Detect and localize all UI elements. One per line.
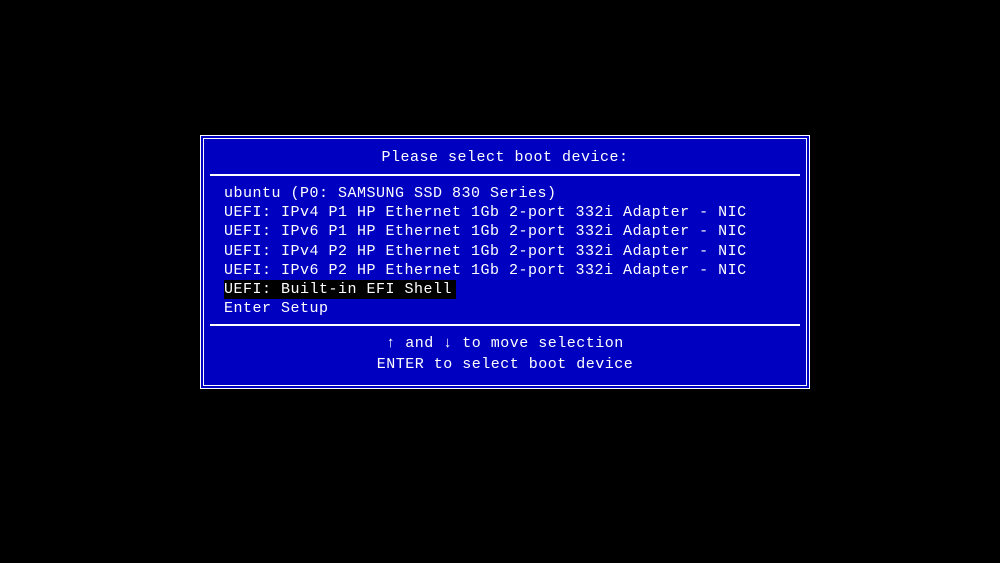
- boot-device-dialog: Please select boot device: ubuntu (P0: S…: [200, 135, 810, 389]
- arrow-down-icon: ↓: [443, 334, 453, 354]
- boot-device-2[interactable]: UEFI: IPv6 P1 HP Ethernet 1Gb 2-port 332…: [224, 222, 786, 241]
- boot-device-4[interactable]: UEFI: IPv6 P2 HP Ethernet 1Gb 2-port 332…: [224, 261, 786, 280]
- arrow-up-icon: ↑: [386, 334, 396, 354]
- navigation-hints: ↑ and ↓ to move selection ENTER to selec…: [210, 324, 800, 385]
- boot-device-list[interactable]: ubuntu (P0: SAMSUNG SSD 830 Series)UEFI:…: [204, 176, 806, 324]
- hint-and: and: [396, 335, 444, 352]
- boot-device-0[interactable]: ubuntu (P0: SAMSUNG SSD 830 Series): [224, 184, 786, 203]
- boot-device-1[interactable]: UEFI: IPv4 P1 HP Ethernet 1Gb 2-port 332…: [224, 203, 786, 222]
- hint-move: to move selection: [453, 335, 624, 352]
- boot-device-3[interactable]: UEFI: IPv4 P2 HP Ethernet 1Gb 2-port 332…: [224, 242, 786, 261]
- hint-line-1: ↑ and ↓ to move selection: [210, 334, 800, 354]
- boot-device-6[interactable]: Enter Setup: [224, 299, 786, 318]
- hint-line-2: ENTER to select boot device: [210, 355, 800, 375]
- dialog-title: Please select boot device:: [210, 139, 800, 176]
- boot-device-5[interactable]: UEFI: Built-in EFI Shell: [224, 280, 456, 299]
